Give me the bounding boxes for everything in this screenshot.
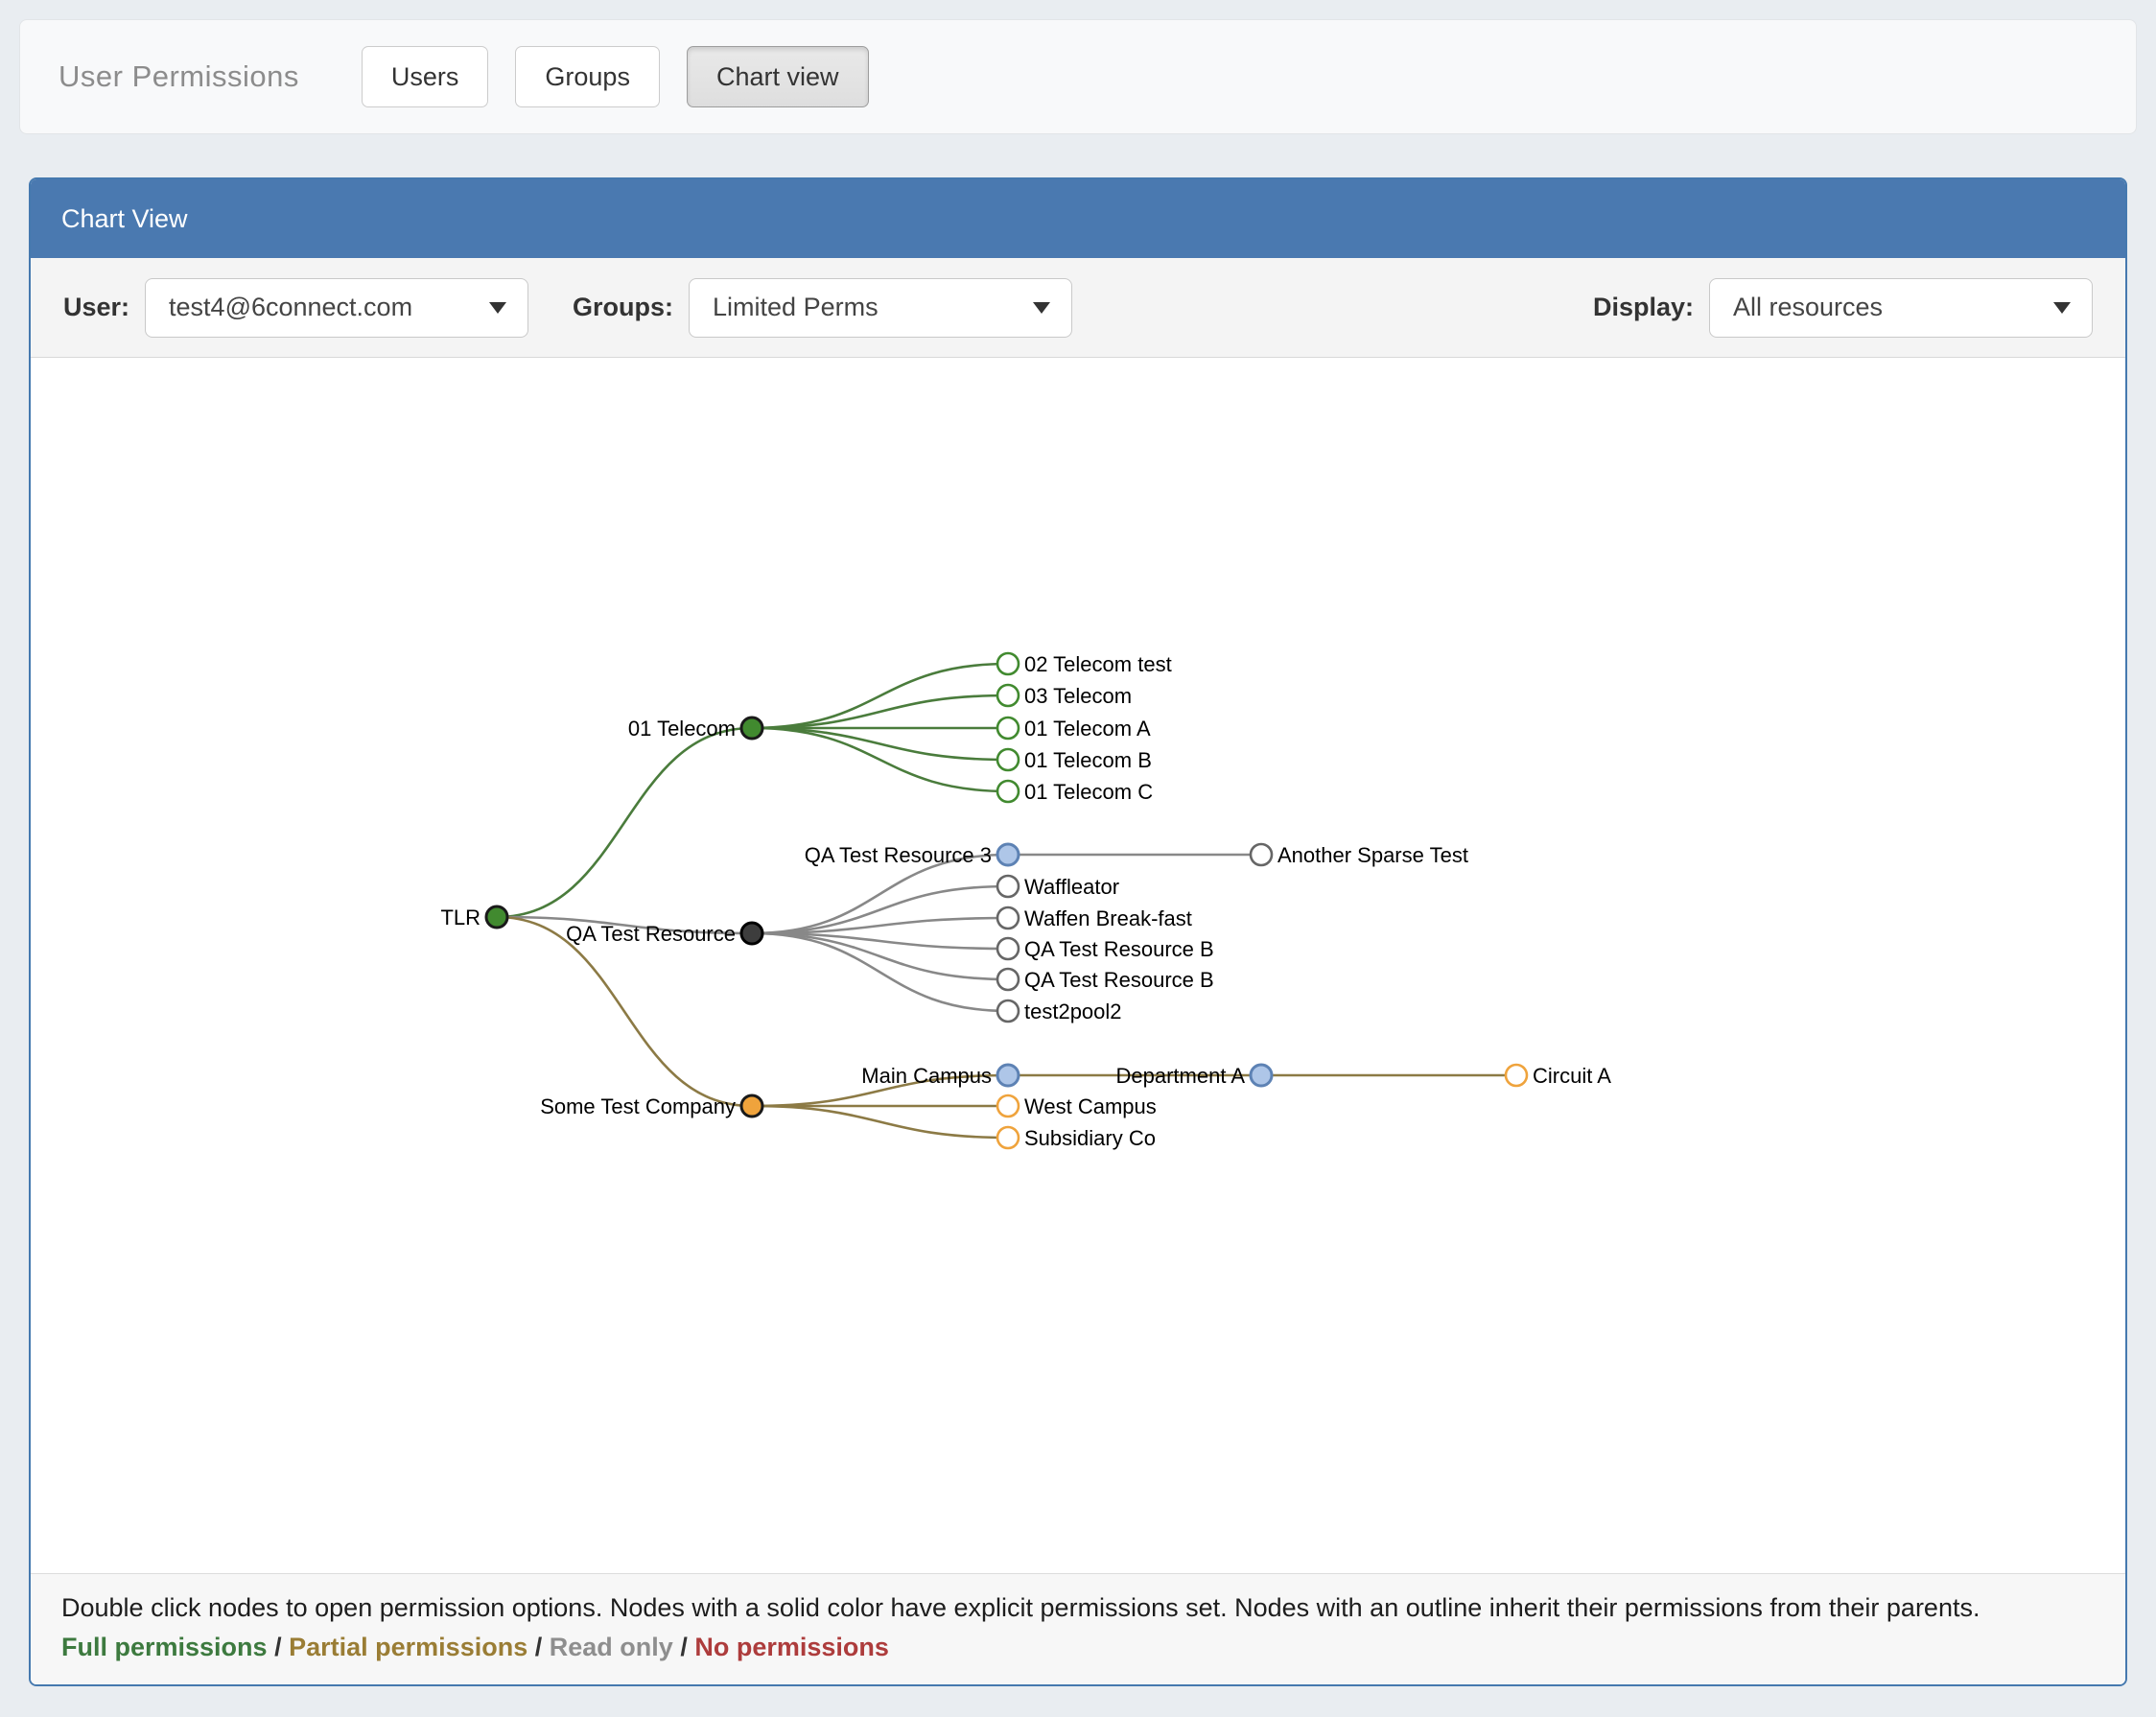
tree-node-label: West Campus [1024,1094,1157,1118]
tree-link [752,933,1008,1011]
tree-node-depta[interactable] [1251,1065,1272,1086]
tree-link [752,1106,1008,1138]
groups-label: Groups: [573,293,673,322]
panel-footer: Double click nodes to open permission op… [31,1573,2125,1684]
tree-node-t02[interactable] [997,653,1019,674]
legend-separator: / [274,1633,289,1661]
tree-node-waffen[interactable] [997,907,1019,929]
tab-groups[interactable]: Groups [515,46,660,107]
panel-header: Chart View [31,179,2125,258]
user-select-value: test4@6connect.com [169,293,412,322]
tree-node-label: 01 Telecom C [1024,780,1153,804]
tree-node-label: QA Test Resource B [1024,968,1214,992]
tree-node-label: Department A [1115,1064,1245,1088]
tree-node-ta[interactable] [997,717,1019,739]
tree-node-label: 01 Telecom [628,717,736,741]
tree-link [497,728,752,917]
tree-node-ast[interactable] [1251,844,1272,865]
display-select-value: All resources [1733,293,1883,322]
tree-node-label: test2pool2 [1024,1000,1122,1023]
page-header: User Permissions Users Groups Chart view [19,19,2137,134]
groups-select-value: Limited Perms [713,293,879,322]
display-label: Display: [1593,293,1694,322]
permissions-legend: Full permissions / Partial permissions /… [61,1633,2095,1662]
tree-node-t03[interactable] [997,685,1019,706]
tree-node-label: 01 Telecom B [1024,748,1152,772]
tree-node-qab2[interactable] [997,969,1019,990]
tree-node-circa[interactable] [1506,1065,1527,1086]
tree-node-subco[interactable] [997,1127,1019,1148]
legend-separator: / [680,1633,694,1661]
tree-node-tel01[interactable] [741,717,762,739]
tree-node-westc[interactable] [997,1095,1019,1117]
legend-partial-permissions: Partial permissions [289,1633,527,1661]
legend-full-permissions: Full permissions [61,1633,268,1661]
tree-node-tb[interactable] [997,749,1019,770]
tree-node-label: TLR [440,906,480,929]
tree-node-label: QA Test Resource B [1024,937,1214,961]
tree-node-mainc[interactable] [997,1065,1019,1086]
tree-node-tc[interactable] [997,781,1019,802]
tree-node-label: 02 Telecom test [1024,652,1172,676]
controls-bar: User: test4@6connect.com Groups: Limited… [31,258,2125,358]
legend-no-permissions: No permissions [694,1633,889,1661]
footer-instructions: Double click nodes to open permission op… [61,1589,2095,1627]
tree-node-qab1[interactable] [997,938,1019,959]
tree-link [752,695,1008,728]
tree-node-waffl[interactable] [997,876,1019,897]
tree-node-qa3[interactable] [997,844,1019,865]
tree-node-label: 01 Telecom A [1024,717,1151,741]
tree-node-t2p2[interactable] [997,1000,1019,1022]
tab-chart-view[interactable]: Chart view [687,46,869,107]
caret-down-icon [489,302,506,314]
tree-node-label: Waffen Break-fast [1024,906,1192,930]
tree-node-label: Waffleator [1024,875,1119,899]
page-title: User Permissions [59,59,299,94]
caret-down-icon [2053,302,2071,314]
tree-node-label: QA Test Resource 3 [805,843,992,867]
legend-separator: / [535,1633,550,1661]
tree-node-qatr[interactable] [741,923,762,944]
chart-canvas: TLR 01 Telecom QA Test Resource Some Test C… [31,358,2125,1573]
legend-read-only: Read only [550,1633,673,1661]
tree-node-label: Subsidiary Co [1024,1126,1156,1150]
tree-node-stc[interactable] [741,1095,762,1117]
permissions-tree: TLR 01 Telecom QA Test Resource Some Test C… [31,358,2127,1573]
tree-node-label: Main Campus [861,1064,992,1088]
tree-link [752,728,1008,760]
groups-select[interactable]: Limited Perms [689,278,1072,338]
tree-node-label: QA Test Resource [566,922,736,946]
display-select[interactable]: All resources [1709,278,2093,338]
user-label: User: [63,293,129,322]
tree-node-label: Another Sparse Test [1277,843,1468,867]
tree-node-label: Circuit A [1533,1064,1611,1088]
tree-node-label: Some Test Company [540,1094,736,1118]
chart-view-panel: Chart View User: test4@6connect.com Grou… [29,177,2127,1686]
panel-title: Chart View [61,204,188,234]
caret-down-icon [1033,302,1050,314]
tab-users[interactable]: Users [362,46,489,107]
tree-node-tlr[interactable] [486,906,507,928]
user-select[interactable]: test4@6connect.com [145,278,528,338]
tree-node-label: 03 Telecom [1024,684,1132,708]
